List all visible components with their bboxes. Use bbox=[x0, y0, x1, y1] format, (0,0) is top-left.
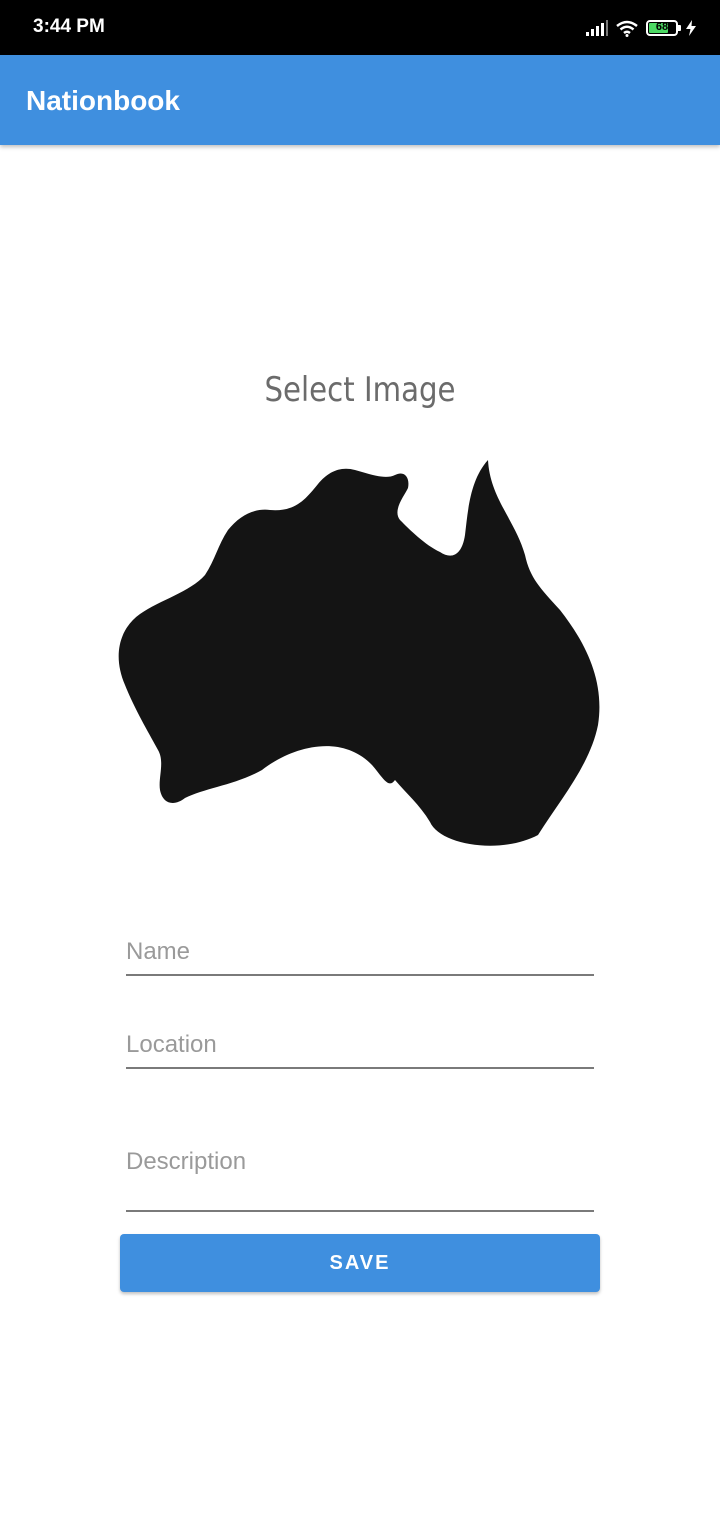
image-picker[interactable] bbox=[110, 450, 610, 860]
app-title: Nationbook bbox=[26, 85, 180, 116]
name-input[interactable] bbox=[126, 938, 594, 966]
location-input[interactable] bbox=[126, 1031, 594, 1059]
name-field[interactable] bbox=[126, 938, 594, 976]
status-icons: 68 bbox=[586, 17, 696, 39]
charging-icon bbox=[686, 20, 696, 36]
description-input[interactable] bbox=[126, 1148, 594, 1176]
location-field[interactable] bbox=[126, 1031, 594, 1069]
wifi-icon bbox=[616, 20, 638, 37]
status-time: 3:44 PM bbox=[33, 16, 105, 37]
select-image-label[interactable]: Select Image bbox=[50, 370, 669, 410]
battery-level: 68 bbox=[655, 21, 669, 33]
battery-icon: 68 bbox=[646, 20, 681, 36]
description-field[interactable] bbox=[126, 1148, 594, 1212]
app-bar: Nationbook bbox=[0, 55, 720, 145]
status-bar: 3:44 PM 68 bbox=[0, 0, 720, 55]
save-button[interactable]: SAVE bbox=[120, 1234, 600, 1292]
signal-icon bbox=[586, 20, 608, 36]
battery-tip bbox=[678, 25, 681, 31]
australia-map-image bbox=[118, 460, 600, 846]
